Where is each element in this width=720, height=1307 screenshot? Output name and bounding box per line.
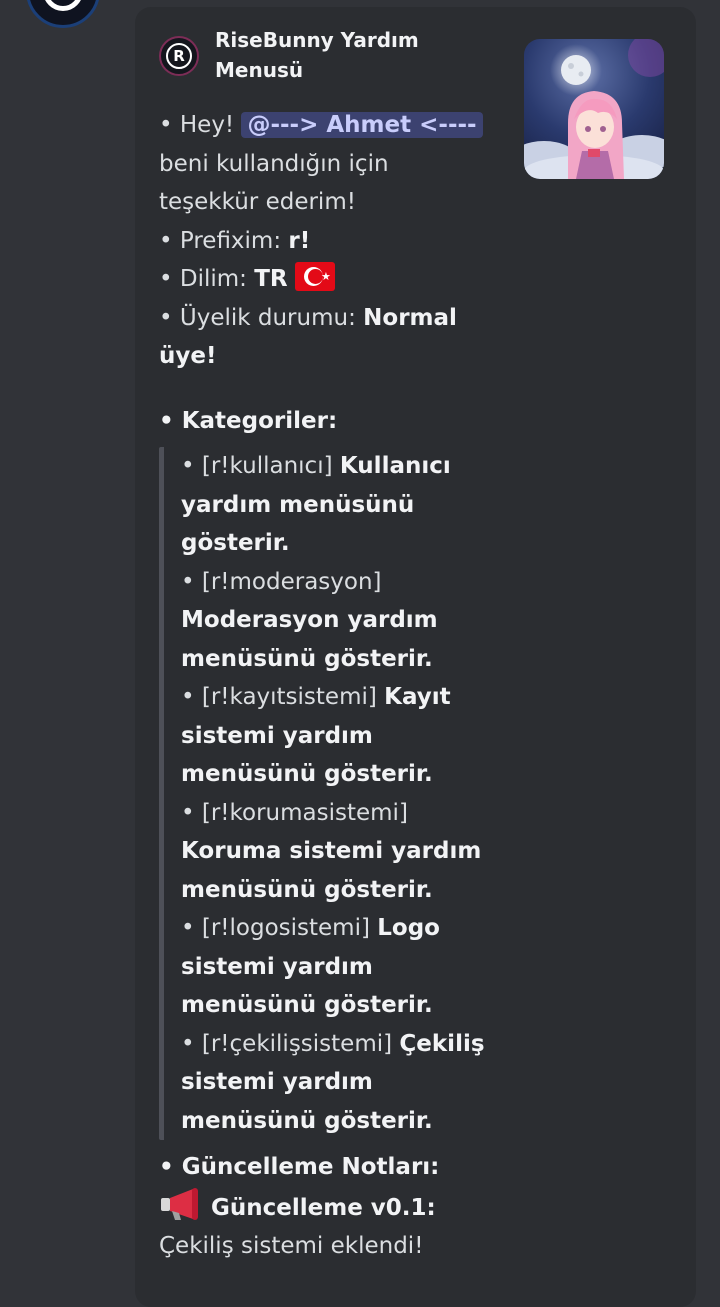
anime-girl-thumbnail[interactable] bbox=[524, 39, 664, 179]
update-version-line: Güncelleme v0.1: bbox=[159, 1187, 489, 1228]
prefix-line: • Prefixim: r! bbox=[159, 227, 311, 254]
help-embed: R RiseBunny Yardım Menusü • Hey! @---> A… bbox=[135, 7, 696, 1307]
category-item: • [r!kayıtsistemi] Kayıt sistemi yardım … bbox=[181, 684, 451, 787]
language-line: • Dilim: TR ★ bbox=[159, 260, 489, 299]
category-item: • [r!çekilişsistemi] Çekiliş sistemi yar… bbox=[181, 1030, 485, 1134]
membership-line: • Üyelik durumu: Normal üye! bbox=[159, 304, 457, 370]
greeting-line: • Hey! @---> Ahmet <---- beni kullandığı… bbox=[159, 106, 489, 222]
category-item: • [r!korumasistemi] Koruma sistemi yardı… bbox=[181, 799, 482, 903]
bot-avatar-icon[interactable] bbox=[26, 0, 100, 28]
user-mention[interactable]: @---> Ahmet <---- bbox=[241, 112, 483, 138]
update-note-line: Çekiliş sistemi eklendi! bbox=[159, 1233, 424, 1259]
categories-title: • Kategoriler: bbox=[159, 407, 338, 434]
embed-author-name: RiseBunny Yardım Menusü bbox=[215, 28, 419, 82]
category-item: • [r!logosistemi] Logo sistemi yardım me… bbox=[181, 915, 440, 1018]
category-item: • [r!kullanıcı] Kullanıcı yardım menüsün… bbox=[181, 453, 451, 556]
update-notes-title: • Güncelleme Notları: bbox=[159, 1154, 440, 1180]
embed-author: R RiseBunny Yardım Menusü bbox=[159, 25, 445, 85]
turkey-flag-icon: ★ bbox=[294, 262, 335, 291]
registered-r-icon: R bbox=[159, 36, 199, 76]
categories-quote: • [r!kullanıcı] Kullanıcı yardım menüsün… bbox=[159, 447, 489, 1140]
megaphone-icon bbox=[159, 1187, 203, 1221]
embed-description: • Hey! @---> Ahmet <---- beni kullandığı… bbox=[159, 106, 489, 1266]
category-item: • [r!moderasyon] Moderasyon yardım menüs… bbox=[181, 568, 438, 672]
